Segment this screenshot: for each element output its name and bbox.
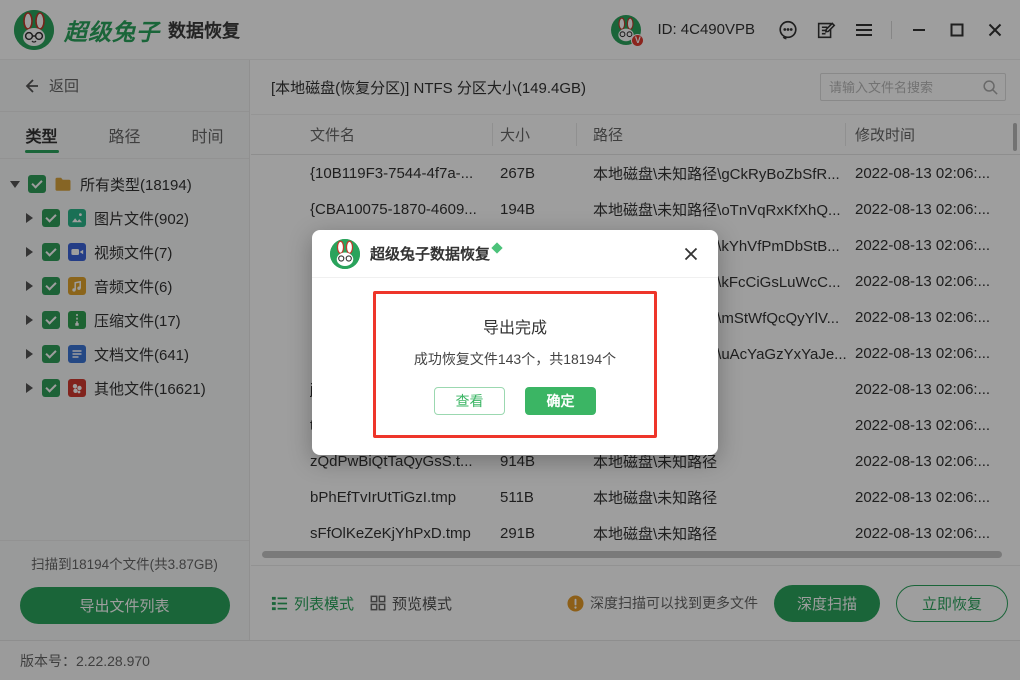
dialog-buttons: 查看 确定 xyxy=(376,387,654,415)
dialog-message-detail: 成功恢复文件143个，共18194个 xyxy=(376,349,654,369)
diamond-accent-icon xyxy=(491,242,502,253)
dialog-title: 超级兔子数据恢复 xyxy=(370,243,490,264)
ok-button[interactable]: 确定 xyxy=(525,387,596,415)
dialog-close-button[interactable] xyxy=(680,243,702,265)
view-button[interactable]: 查看 xyxy=(434,387,505,415)
app-window: 超级兔子 数据恢复 V ID: 4C490VPB xyxy=(0,0,1020,680)
export-complete-dialog: 超级兔子数据恢复 导出完成 成功恢复文件143个，共18194个 查看 确定 xyxy=(312,230,718,455)
dialog-header: 超级兔子数据恢复 xyxy=(312,230,718,278)
highlight-red-box: 导出完成 成功恢复文件143个，共18194个 查看 确定 xyxy=(373,291,657,438)
dialog-message-title: 导出完成 xyxy=(376,314,654,338)
dialog-logo-icon xyxy=(330,239,360,269)
